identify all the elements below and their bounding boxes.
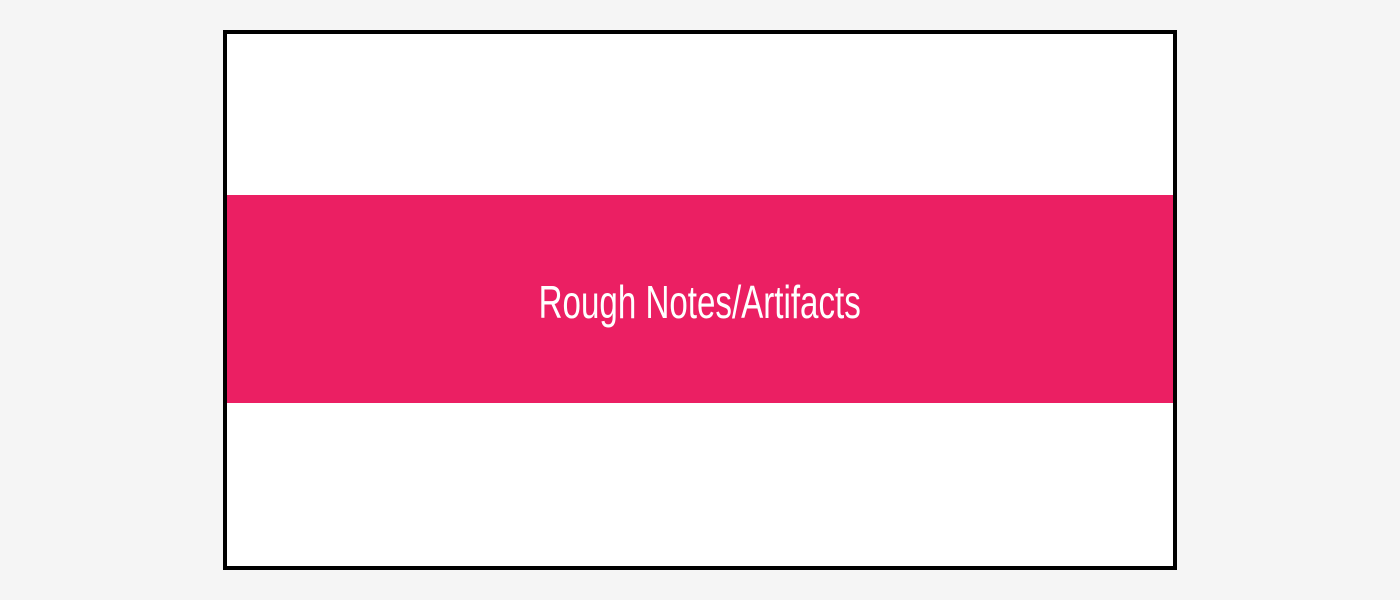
page: Rough Notes/Artifacts — [0, 0, 1400, 600]
slide-title: Rough Notes/Artifacts — [538, 276, 862, 328]
title-band: Rough Notes/Artifacts — [227, 195, 1173, 403]
slide-frame: Rough Notes/Artifacts — [223, 30, 1177, 570]
